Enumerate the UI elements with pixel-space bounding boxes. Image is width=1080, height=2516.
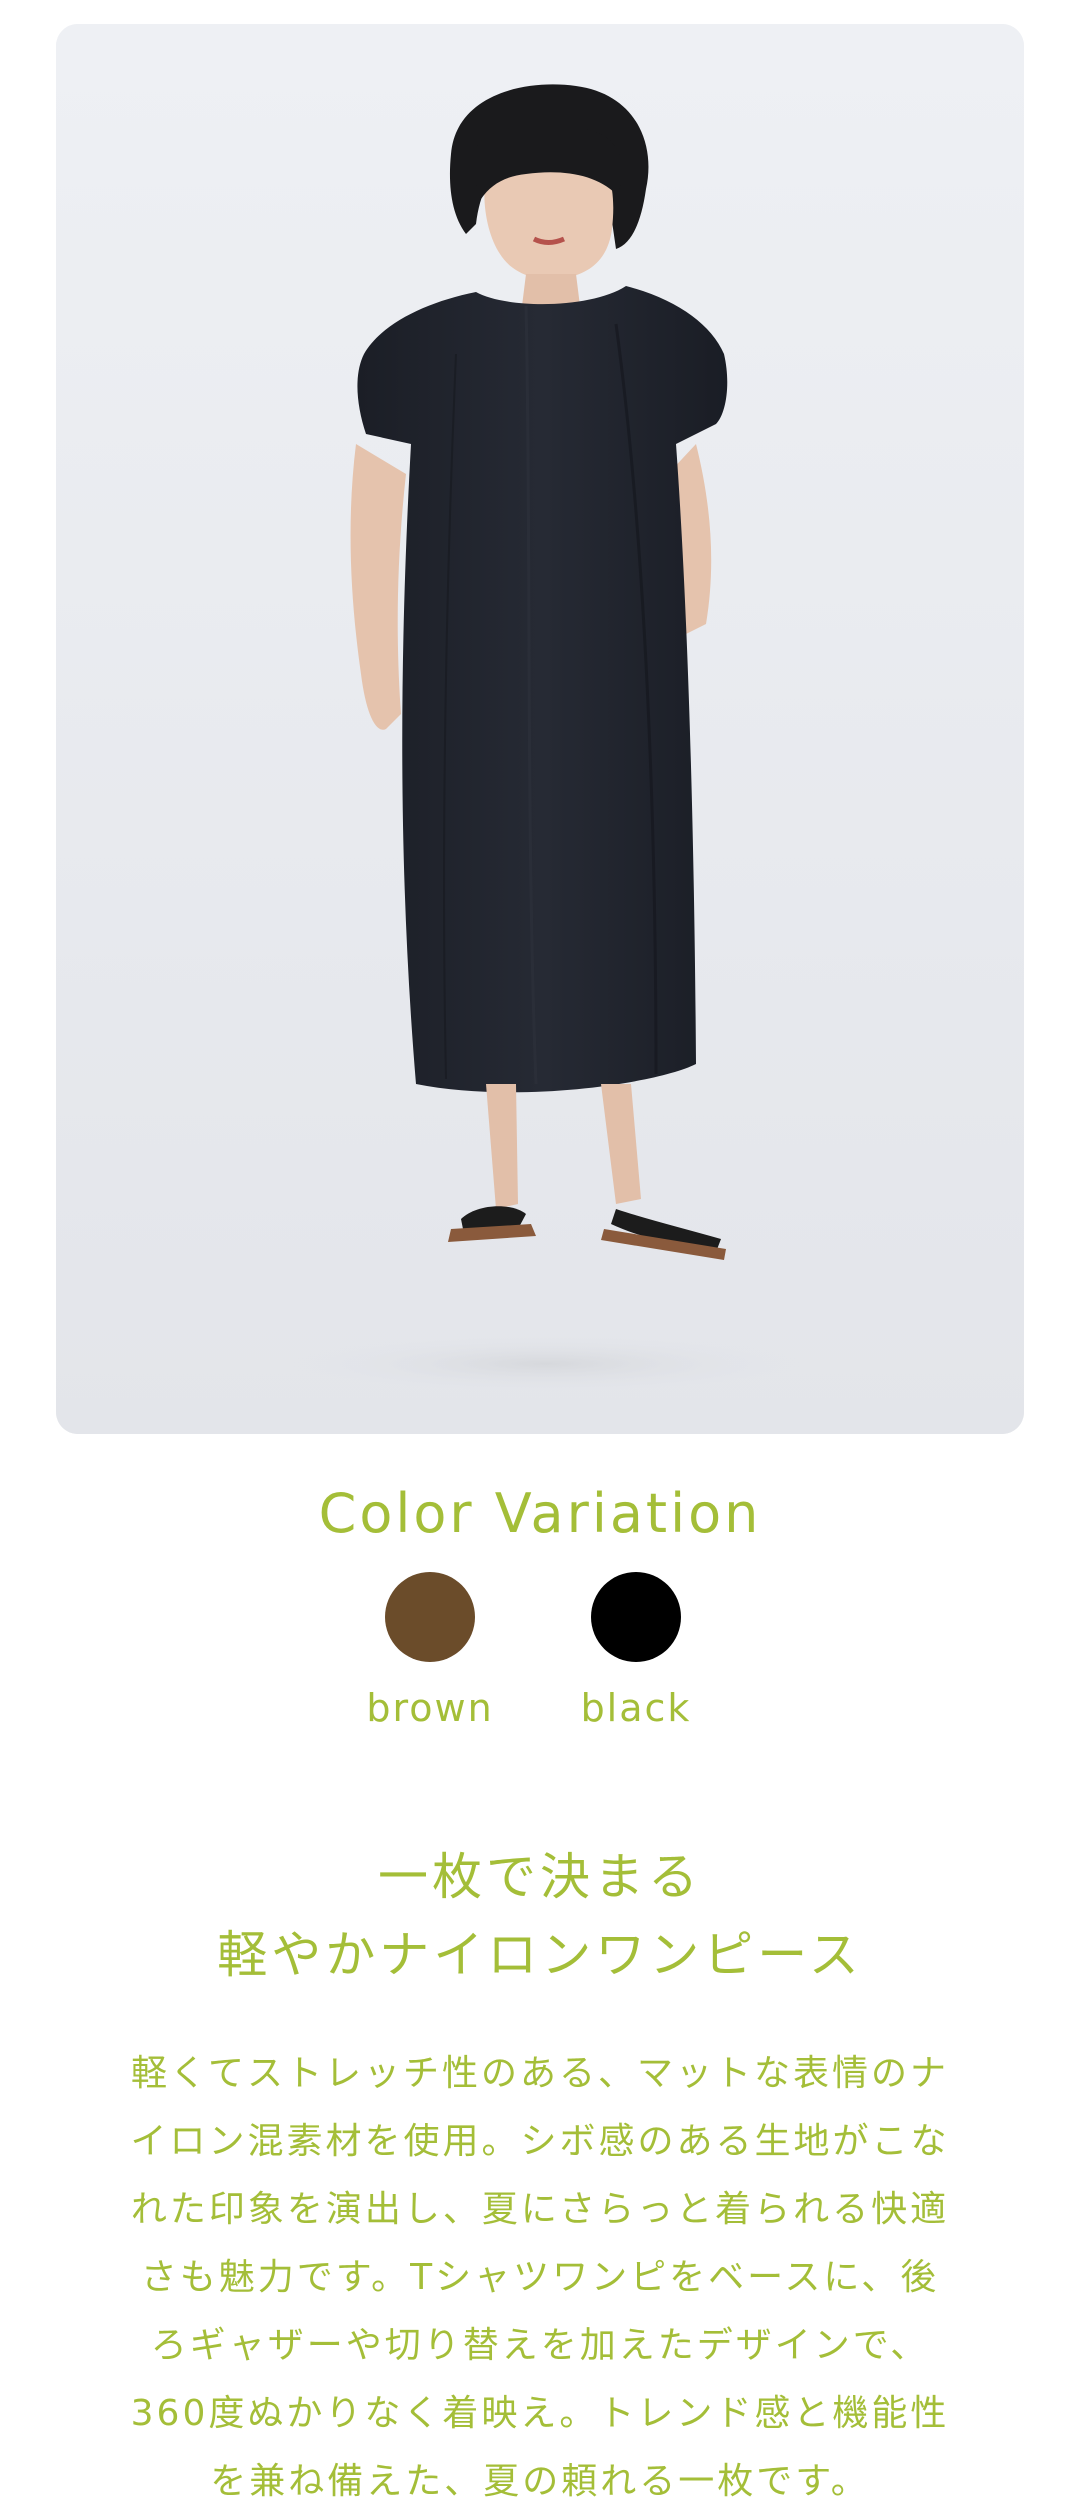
model-wearing-black-dress-image <box>56 24 1024 1434</box>
color-variation-title: Color Variation <box>318 1482 762 1545</box>
description-line: イロン混素材を使用。シボ感のある生地がこな <box>130 2121 950 2162</box>
headline-line-1: 一枚で決まる <box>378 1848 702 1906</box>
color-swatches: brown black <box>0 1572 1080 1732</box>
product-headline: 一枚で決まる 軽やかナイロンワンピース <box>0 1838 1080 1994</box>
description-line: を兼ね備えた、夏の頼れる一枚です。 <box>210 2461 870 2502</box>
description-line: れた印象を演出し、夏にさらっと着られる快適 <box>130 2189 950 2230</box>
black-color-dot[interactable] <box>591 1572 681 1662</box>
description-line: 軽くてストレッチ性のある、マットな表情のナ <box>131 2053 949 2094</box>
description-line: 360度ぬかりなく着映え。トレンド感と機能性 <box>130 2393 950 2434</box>
brown-color-dot[interactable] <box>385 1572 475 1662</box>
swatch-black[interactable]: black <box>546 1572 726 1730</box>
swatch-label-black: black <box>580 1686 692 1730</box>
swatch-label-brown: brown <box>366 1686 494 1730</box>
swatch-brown[interactable]: brown <box>340 1572 520 1730</box>
description-line: ろギャザーや切り替えを加えたデザインで、 <box>150 2325 930 2366</box>
headline-line-2: 軽やかナイロンワンピース <box>217 1926 863 1984</box>
description-line: さも魅力です。Tシャツワンピをベースに、後 <box>140 2257 940 2298</box>
product-description: 軽くてストレッチ性のある、マットな表情のナ イロン混素材を使用。シボ感のある生地… <box>0 2040 1080 2516</box>
product-photo <box>56 24 1024 1434</box>
